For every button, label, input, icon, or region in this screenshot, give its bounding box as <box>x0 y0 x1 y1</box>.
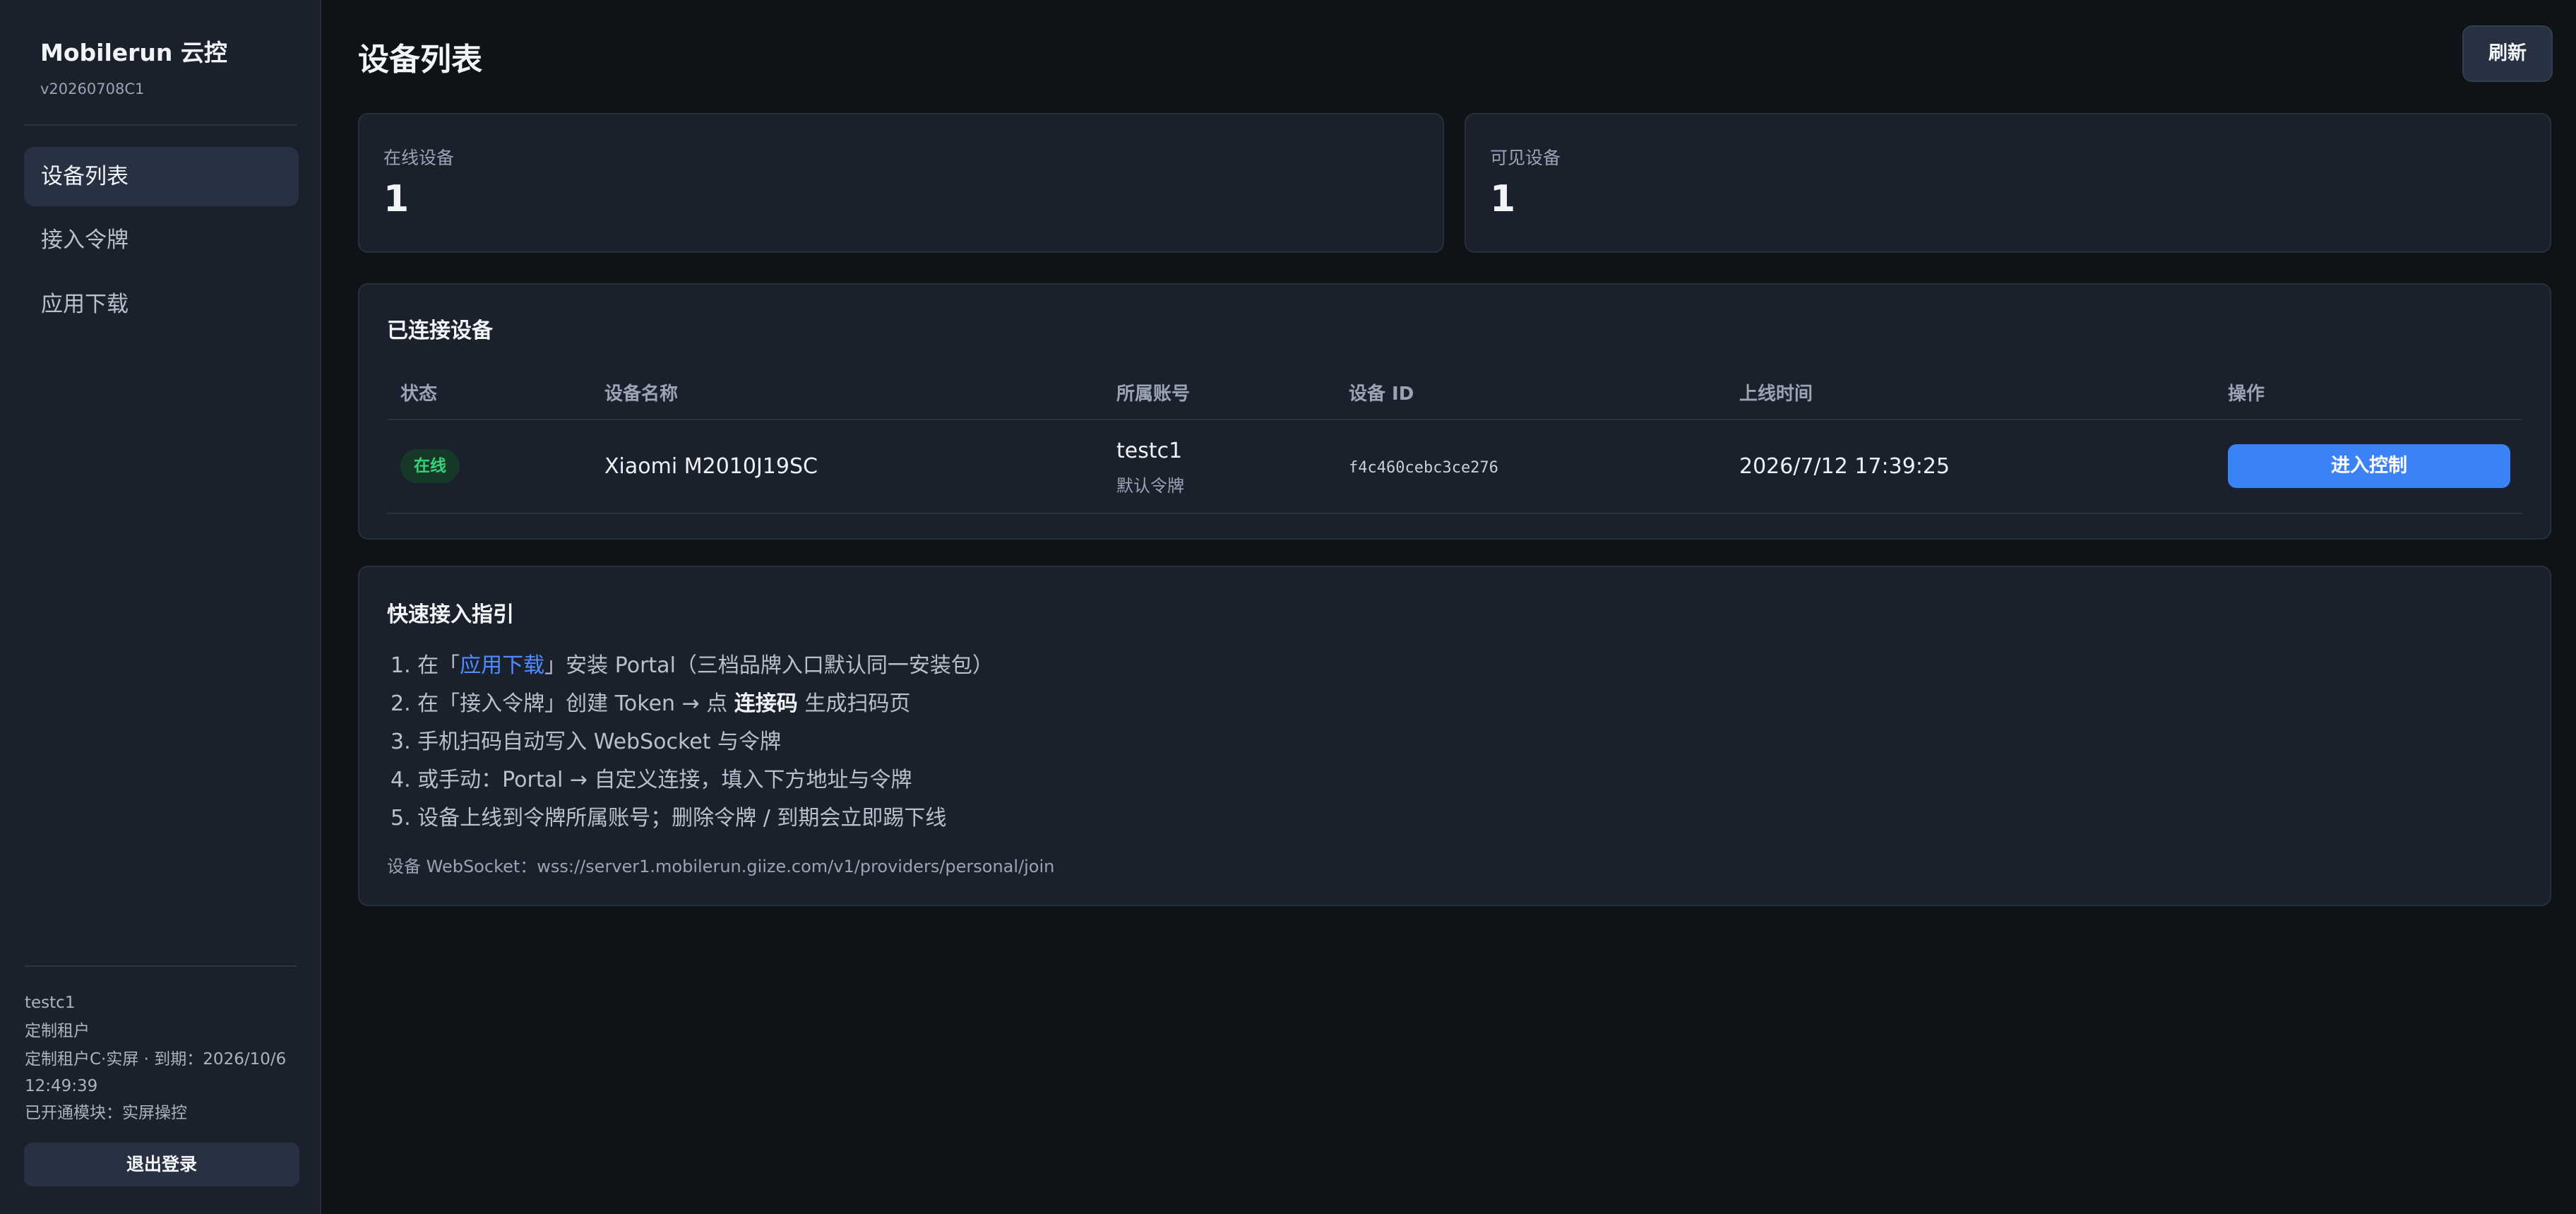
user-name: testc1 <box>25 994 76 1012</box>
section-title: 已连接设备 <box>387 319 493 343</box>
sidebar-item-device-list[interactable]: 设备列表 <box>24 147 299 206</box>
column-header-device-name: 设备名称 <box>604 383 679 405</box>
stat-label: 在线设备 <box>383 148 455 168</box>
brand-title: Mobilerun 云控 <box>40 39 227 66</box>
column-header-account: 所属账号 <box>1116 383 1191 405</box>
column-header-device-id: 设备 ID <box>1349 383 1414 405</box>
stat-card-visible: 可见设备 1 <box>1465 113 2551 253</box>
stat-card-online: 在线设备 1 <box>358 113 1444 253</box>
guide-step-3: 3. 手机扫码自动写入 WebSocket 与令牌 <box>390 730 782 754</box>
sidebar-item-label: 应用下载 <box>41 292 129 317</box>
quick-guide-card: 快速接入指引 1. 在「应用下载」安装 Portal（三档品牌入口默认同一安装包… <box>358 566 2551 906</box>
guide-text: 」安装 Portal（三档品牌入口默认同一安装包） <box>544 653 994 678</box>
table-divider <box>387 419 2522 420</box>
column-header-online-time: 上线时间 <box>1739 383 1813 405</box>
guide-text: 1. 在「 <box>390 653 460 678</box>
brand: Mobilerun 云控 v20260708C1 <box>40 34 227 97</box>
status-badge: 在线 <box>400 449 460 483</box>
websocket-address: 设备 WebSocket：wss://server1.mobilerun.gii… <box>387 857 1055 876</box>
guide-text: 2. 在「接入令牌」创建 Token → 点 <box>390 691 734 716</box>
guide-emphasis: 连接码 <box>734 691 798 716</box>
guide-steps: 1. 在「应用下载」安装 Portal（三档品牌入口默认同一安装包） 2. 在「… <box>390 647 994 838</box>
device-online-time: 2026/7/12 17:39:25 <box>1739 454 1950 479</box>
device-id: f4c460cebc3ce276 <box>1349 459 1498 477</box>
user-tenant: 定制租户 <box>25 1022 90 1040</box>
guide-step-1: 1. 在「应用下载」安装 Portal（三档品牌入口默认同一安装包） <box>390 647 994 685</box>
sidebar-item-access-token[interactable]: 接入令牌 <box>24 210 299 270</box>
stat-value: 1 <box>383 178 410 220</box>
guide-step-2: 2. 在「接入令牌」创建 Token → 点 连接码 生成扫码页 <box>390 685 994 723</box>
logout-button[interactable]: 退出登录 <box>24 1143 299 1186</box>
sidebar-item-app-download[interactable]: 应用下载 <box>24 275 299 334</box>
stat-label: 可见设备 <box>1490 148 1561 168</box>
guide-step-5: 5. 设备上线到令牌所属账号；删除令牌 / 到期会立即踢下线 <box>390 806 947 831</box>
device-account-token: 默认令牌 <box>1116 476 1184 496</box>
sidebar-divider <box>24 965 297 967</box>
column-header-action: 操作 <box>2228 383 2265 405</box>
user-expire-time: 12:49:39 <box>25 1077 98 1095</box>
enter-control-button[interactable]: 进入控制 <box>2228 444 2510 488</box>
sidebar-item-label: 接入令牌 <box>41 227 129 253</box>
stat-value: 1 <box>1490 178 1516 220</box>
table-divider <box>387 513 2522 514</box>
guide-text: 生成扫码页 <box>797 691 911 716</box>
section-title: 快速接入指引 <box>387 602 514 627</box>
page-title: 设备列表 <box>358 42 482 78</box>
sidebar-divider <box>24 124 297 126</box>
user-modules: 已开通模块：实屏操控 <box>25 1104 187 1122</box>
sidebar-item-label: 设备列表 <box>41 164 129 189</box>
connected-devices-card: 已连接设备 状态 设备名称 所属账号 设备 ID 上线时间 操作 在线 Xiao… <box>358 283 2551 540</box>
app-download-link[interactable]: 应用下载 <box>460 653 544 678</box>
guide-step-4: 4. 或手动：Portal → 自定义连接，填入下方地址与令牌 <box>390 768 912 792</box>
user-info: testc1 定制租户 定制租户C·实屏 · 到期：2026/10/6 12:4… <box>25 989 300 1127</box>
app-version: v20260708C1 <box>40 81 145 97</box>
refresh-button[interactable]: 刷新 <box>2462 25 2553 82</box>
device-name: Xiaomi M2010J19SC <box>604 454 818 479</box>
user-expire: 定制租户C·实屏 · 到期：2026/10/6 <box>25 1050 287 1069</box>
column-header-status: 状态 <box>400 383 438 405</box>
device-account: testc1 <box>1116 439 1183 463</box>
sidebar: Mobilerun 云控 v20260708C1 设备列表 接入令牌 应用下载 … <box>0 0 321 1214</box>
